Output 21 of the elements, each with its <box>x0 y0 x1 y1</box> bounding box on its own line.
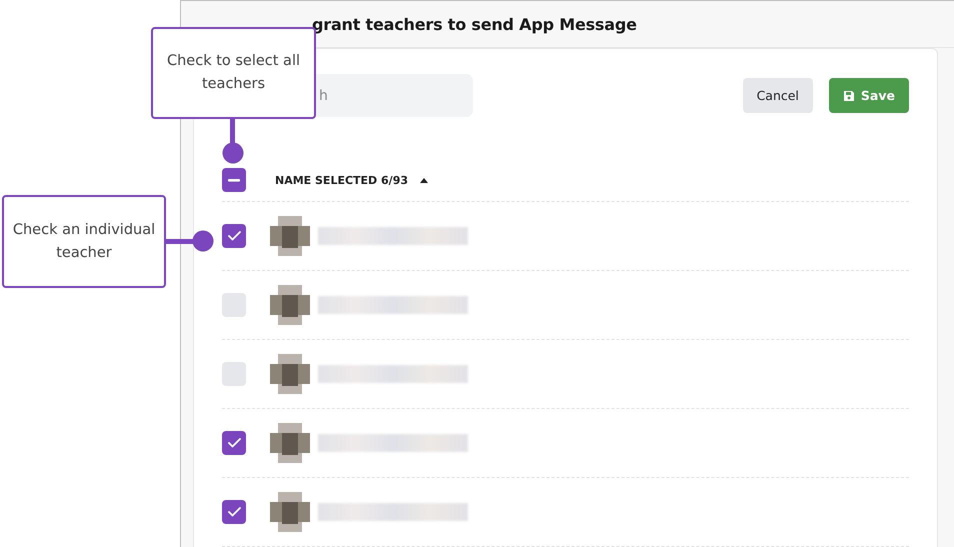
row-checkbox[interactable] <box>222 224 246 248</box>
checkmark-icon <box>228 231 240 241</box>
select-all-checkbox[interactable] <box>222 168 246 192</box>
column-header[interactable]: NAME SELECTED 6/93 <box>275 174 408 186</box>
leader-line <box>222 118 244 164</box>
row-checkbox[interactable] <box>222 362 246 386</box>
cancel-button[interactable]: Cancel <box>742 78 813 113</box>
callout-tooltip: Check an individual teacher <box>2 195 166 288</box>
leader-line <box>165 230 214 252</box>
avatar-placeholder <box>270 492 310 532</box>
avatar-placeholder <box>270 423 310 463</box>
sort-caret-icon[interactable] <box>420 178 428 182</box>
row-checkbox[interactable] <box>222 293 246 317</box>
avatar-placeholder <box>270 216 310 256</box>
minus-icon <box>228 178 240 182</box>
row-checkbox[interactable] <box>222 431 246 455</box>
checkmark-icon <box>228 438 240 448</box>
checkmark-icon <box>228 507 240 517</box>
row-checkbox[interactable] <box>222 500 246 524</box>
avatar-placeholder <box>270 354 310 394</box>
avatar-placeholder <box>270 285 310 325</box>
